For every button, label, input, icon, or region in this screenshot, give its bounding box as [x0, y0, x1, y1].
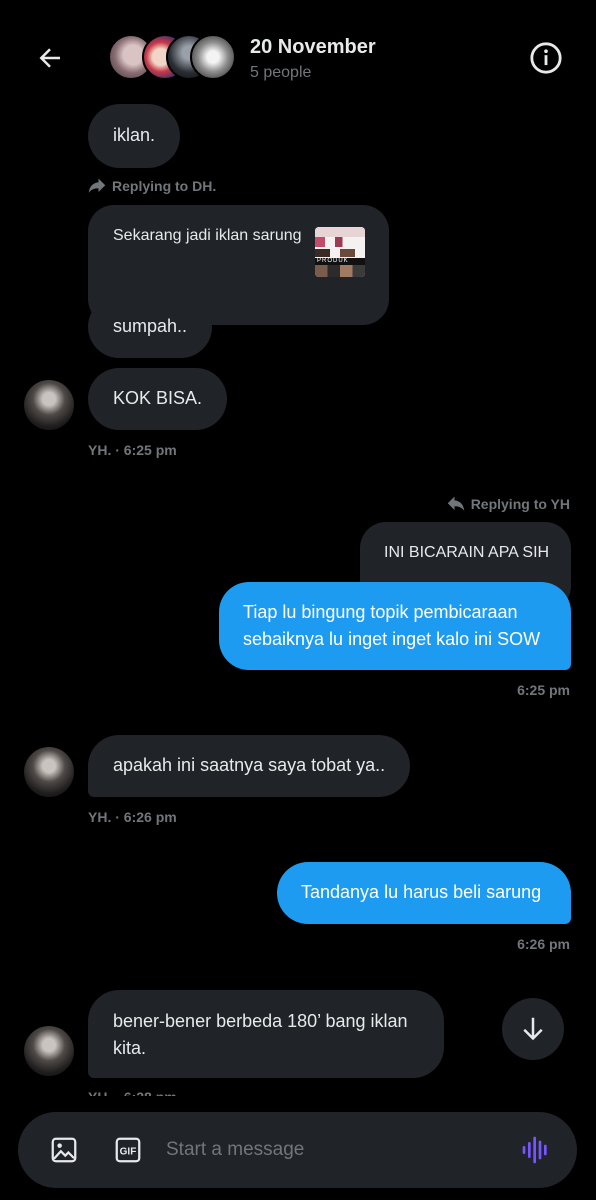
message-text: Tandanya lu harus beli sarung — [301, 882, 542, 902]
message-input[interactable] — [166, 1132, 506, 1168]
gif-icon: GIF — [115, 1137, 141, 1163]
quoted-image-thumbnail[interactable]: PRODUK — [315, 227, 365, 277]
thumbnail-caption: PRODUK — [315, 258, 365, 265]
participant-count[interactable]: 5 people — [250, 64, 311, 82]
message-text: Tiap lu bingung topik pembicaraan — [243, 602, 518, 622]
reply-context-text: Replying to DH. — [112, 178, 217, 194]
reply-context-text: Replying to YH — [470, 496, 570, 512]
message-text: sebaiknya lu inget inget kalo ini SOW — [243, 629, 541, 649]
message-bubble[interactable]: bener-bener berbeda 180’ bang iklan kita… — [88, 990, 444, 1078]
conversation-info-button[interactable] — [526, 38, 566, 78]
gif-label: GIF — [120, 1147, 137, 1158]
message-timestamp: 6:26 pm — [517, 936, 570, 952]
image-icon — [51, 1137, 77, 1163]
arrow-down-icon — [523, 1017, 543, 1041]
add-media-button[interactable] — [48, 1134, 80, 1166]
message-bubble[interactable]: Tandanya lu harus beli sarung — [277, 862, 571, 924]
group-avatars[interactable] — [108, 34, 238, 82]
message-bubble[interactable]: apakah ini saatnya saya tobat ya.. — [88, 735, 411, 797]
back-button[interactable] — [30, 38, 70, 78]
reply-context-label[interactable]: Replying to YH — [447, 496, 570, 512]
message-text: bener-bener berbeda 180’ bang iklan — [113, 1011, 408, 1031]
scroll-to-bottom-button[interactable] — [502, 998, 564, 1060]
sender-avatar[interactable] — [24, 747, 74, 797]
add-gif-button[interactable]: GIF — [112, 1134, 144, 1166]
message-bubble[interactable]: Tiap lu bingung topik pembicaraan sebaik… — [219, 582, 571, 670]
message-bubble[interactable]: sumpah.. — [88, 296, 213, 358]
voice-message-button[interactable] — [520, 1134, 552, 1166]
reply-context-label[interactable]: Replying to DH. — [88, 178, 216, 194]
message-text: KOK BISA. — [113, 388, 203, 408]
info-icon — [530, 42, 562, 74]
message-meta: YH. · 6:26 pm — [88, 809, 177, 825]
voice-wave-icon — [522, 1136, 547, 1164]
message-meta: YH. · 6:25 pm — [88, 442, 177, 458]
conversation-header: 20 November 5 people — [0, 0, 596, 112]
message-bubble[interactable]: iklan. — [88, 104, 181, 168]
message-text: kita. — [113, 1038, 147, 1058]
message-text: apakah ini saatnya saya tobat ya.. — [113, 755, 386, 775]
message-composer: GIF — [18, 1112, 577, 1188]
message-text: iklan. — [113, 125, 156, 145]
member-avatar — [190, 34, 236, 80]
sender-avatar[interactable] — [24, 380, 74, 430]
reply-arrow-icon — [88, 178, 106, 193]
reply-arrow-icon — [447, 496, 464, 511]
message-bubble[interactable]: KOK BISA. — [88, 368, 228, 430]
quoted-message-text: INI BICARAIN APA SIH — [384, 544, 550, 561]
message-text: sumpah.. — [113, 316, 188, 336]
back-arrow-icon — [39, 48, 60, 68]
sender-avatar[interactable] — [24, 1026, 74, 1076]
quoted-message-text: Sekarang jadi iklan sarung — [113, 227, 302, 244]
conversation-title[interactable]: 20 November — [250, 36, 376, 59]
message-timestamp: 6:25 pm — [517, 682, 570, 698]
